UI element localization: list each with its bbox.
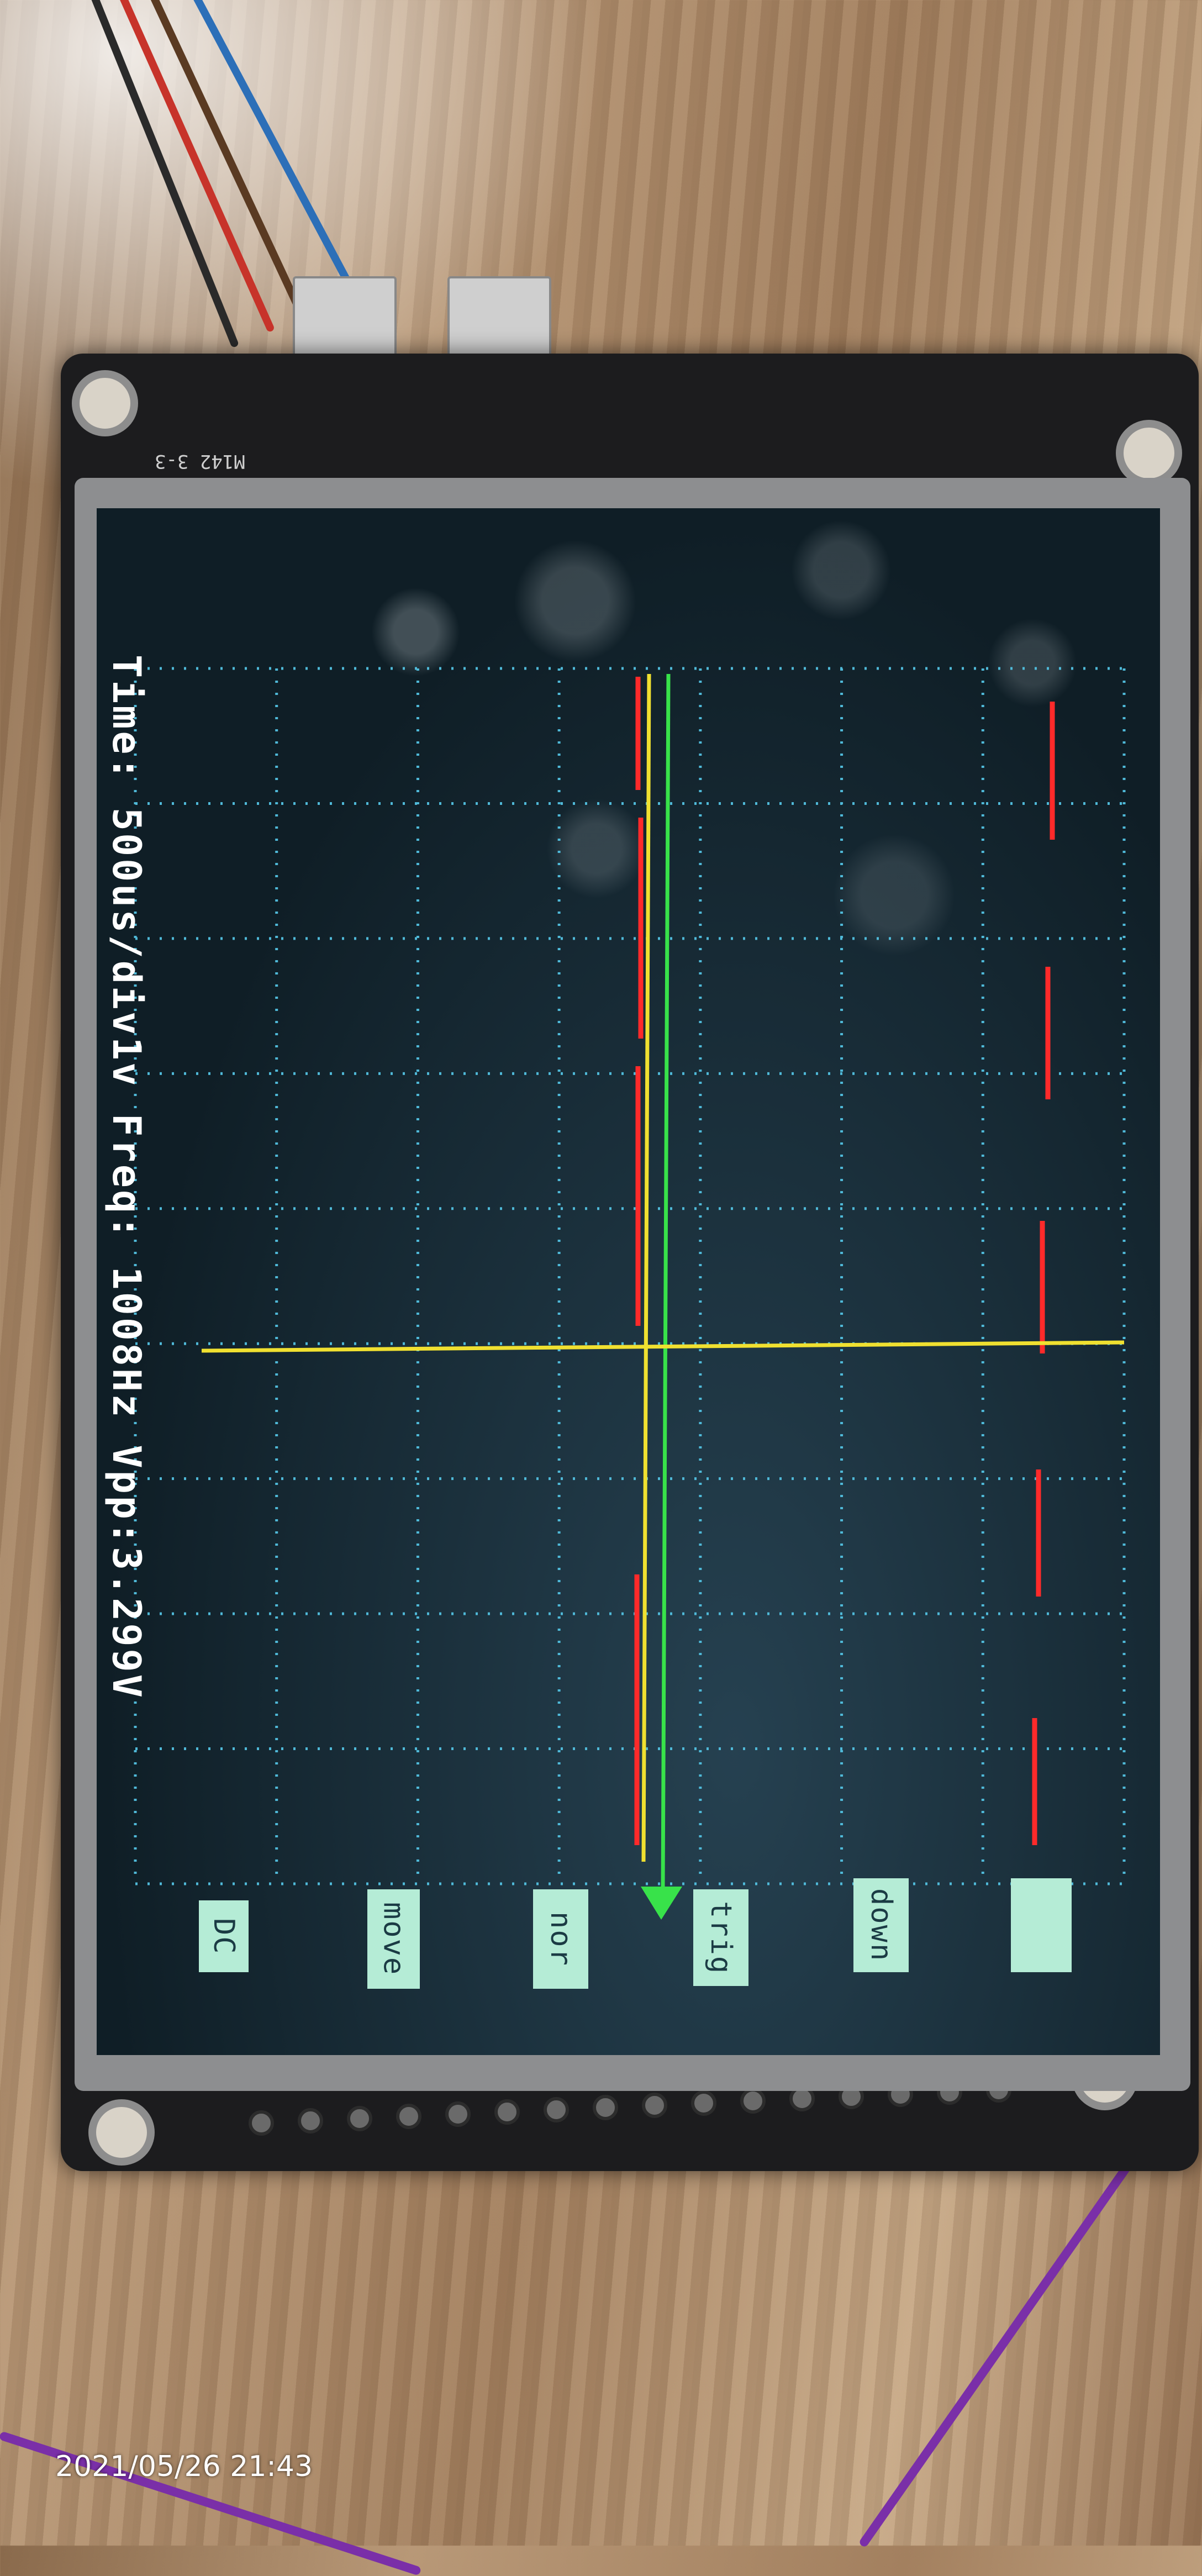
tft-screen [97,508,1160,2055]
scope-button-move[interactable]: move [367,1889,420,1989]
status-readout: Time: 500us/div1v Freq: 1008Hz Vpp:3.299… [104,655,149,1700]
mounting-hole-bottom-left [88,2099,155,2166]
header-pin [396,2104,421,2129]
header-pin [642,2093,667,2118]
header-pin [544,2097,569,2122]
cursor-line [661,673,671,1890]
trigger-marker-icon [641,1887,682,1920]
time-axis-line [201,1340,1125,1353]
header-pin [494,2099,520,2125]
scope-button-nor[interactable]: nor [533,1889,588,1989]
mounting-hole-top-left [72,370,138,436]
header-pin [445,2101,471,2127]
photo-timestamp: 2021/05/26 21:43 [55,2450,313,2483]
trigger-level-line [641,673,651,1862]
header-pin [347,2106,372,2131]
header-pin [593,2095,618,2120]
header-pin [740,2088,766,2114]
scope-button-blank[interactable] [1011,1878,1072,1972]
scope-display [134,667,1126,1920]
header-pin [691,2090,716,2116]
scope-button-dc[interactable]: DC [199,1900,249,1972]
scope-button-trig[interactable]: trig [693,1889,748,1986]
pcb-silkscreen-label: M142 3-3 [155,450,245,472]
mounting-hole-top-right [1116,420,1182,486]
header-pin [298,2108,323,2134]
header-pin [249,2110,274,2136]
scope-button-down[interactable]: down [853,1878,909,1972]
